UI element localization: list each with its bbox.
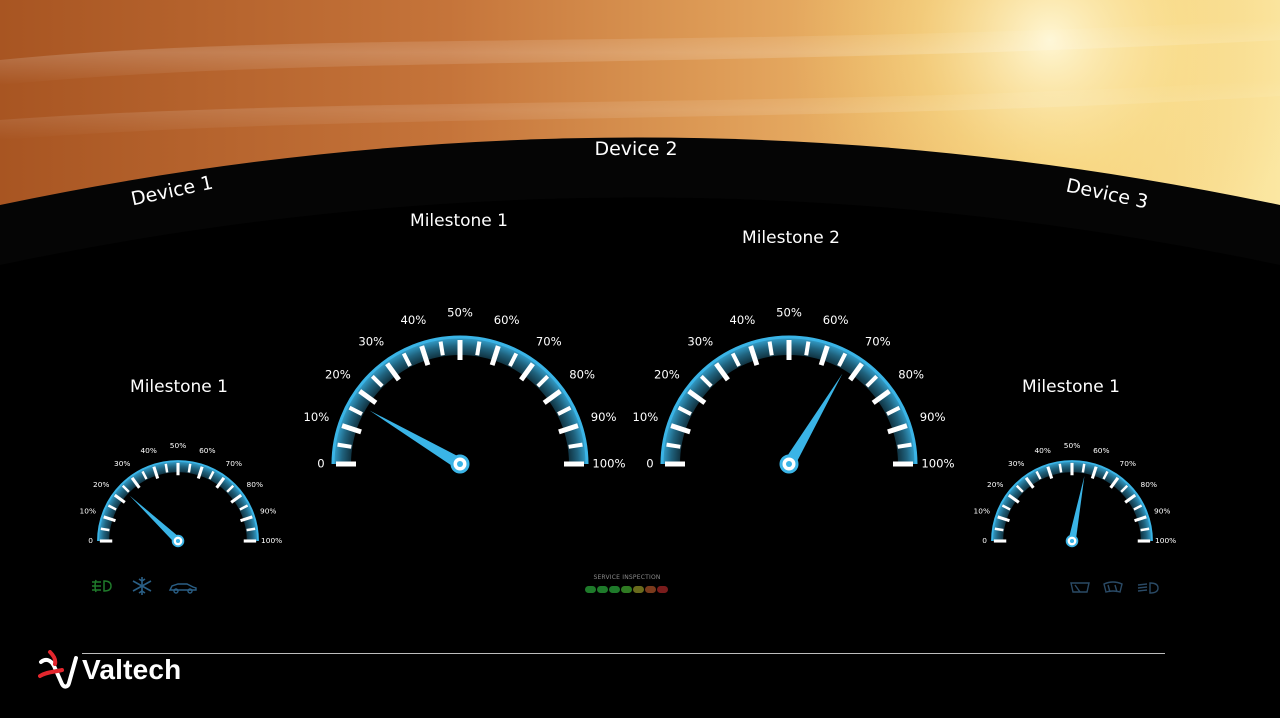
gauge-tick-label: 80% [1141, 480, 1157, 489]
gauge-tick-label: 20% [987, 480, 1003, 489]
gauge-tick-label: 100% [1155, 536, 1176, 545]
service-segment [621, 586, 632, 593]
footer-divider [82, 653, 1165, 654]
front-wiper-icon [1103, 581, 1123, 593]
dashboard-stage: Device 1 Device 2 Device 3 Milestone 1 M… [0, 0, 1280, 718]
fog-light-icon [92, 579, 112, 593]
rear-wiper-icon [1070, 582, 1090, 593]
valtech-logo-text: Valtech [82, 654, 182, 685]
service-inspection: SERVICE INSPECTION [583, 574, 673, 598]
service-inspection-label: SERVICE INSPECTION [593, 574, 661, 581]
gauge-minor-tick [994, 527, 1004, 532]
service-segment [657, 586, 668, 593]
gauge-tick-label: 60% [1093, 446, 1109, 455]
valtech-logo: Valtech [38, 650, 198, 694]
gauge-tick-label: 40% [1034, 446, 1050, 455]
service-segment [597, 586, 608, 593]
gauge-hub-center [1069, 538, 1075, 544]
service-segment [585, 586, 596, 593]
service-segment [645, 586, 656, 593]
service-segment [609, 586, 620, 593]
gauge-minor-tick [1081, 463, 1086, 473]
gauge-tick-label: 90% [1154, 507, 1170, 516]
gauge-tick-label: 0 [982, 536, 987, 545]
service-segment [633, 586, 644, 593]
headlight-icon [1137, 582, 1159, 594]
gauge-4: 0 10% 20% 30% 40% 50% 60% 70% 80% 90% 100% [974, 441, 1176, 548]
gauge-minor-tick [1140, 527, 1150, 532]
valtech-logo-mark-icon [38, 650, 78, 689]
service-inspection-bar [585, 586, 668, 593]
car-icon [168, 583, 197, 594]
gauge-tick-label: 50% [1064, 441, 1080, 450]
gauge-tick-label: 10% [974, 507, 990, 516]
snowflake-icon [132, 577, 152, 595]
gauge-tick-label: 30% [1008, 459, 1024, 468]
gauge-tick-label: 70% [1120, 459, 1136, 468]
gauge-needle [1068, 475, 1085, 542]
gauge-minor-tick [1058, 463, 1063, 473]
